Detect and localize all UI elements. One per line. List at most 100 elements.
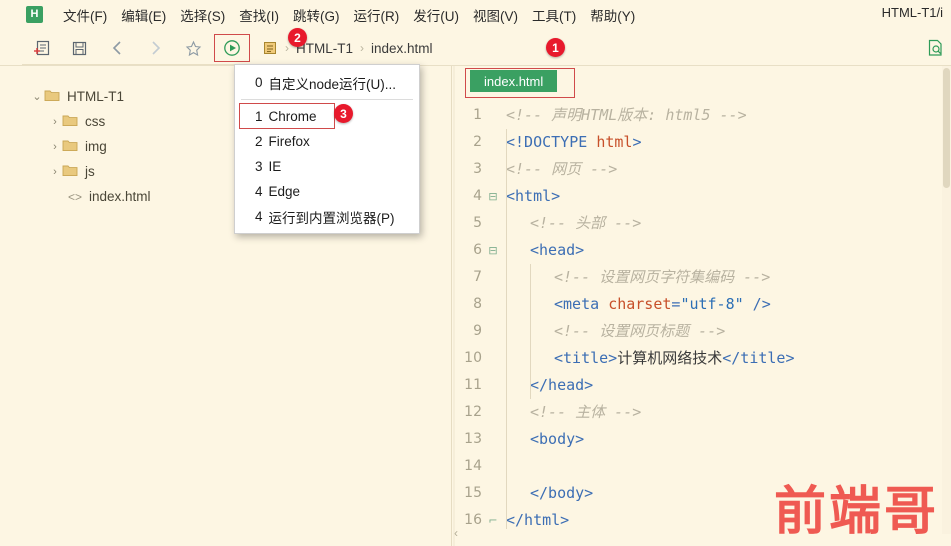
file-badge-icon xyxy=(262,40,278,56)
chevron-down-icon[interactable]: ⌄ xyxy=(30,90,44,103)
annotation-badge-3: 3 xyxy=(334,104,353,123)
breadcrumb-item-file[interactable]: index.html xyxy=(371,41,433,56)
dropdown-label-custom-node: 自定义node运行(U)... xyxy=(268,76,397,92)
code-line[interactable]: 12 <!-- 主体 --> xyxy=(453,399,951,426)
menu-find[interactable]: 查找(I) xyxy=(232,3,286,27)
code-line[interactable]: 9 <!-- 设置网页标题 --> xyxy=(453,318,951,345)
line-number: 5 xyxy=(473,215,482,231)
breadcrumb: › HTML-T1 › index.html xyxy=(262,40,433,56)
menu-publish[interactable]: 发行(U) xyxy=(406,3,466,27)
line-number: 3 xyxy=(473,161,482,177)
tree-label-img: img xyxy=(85,139,107,154)
menu-edit[interactable]: 编辑(E) xyxy=(114,3,173,27)
run-play-button[interactable] xyxy=(214,34,250,62)
code-token: html xyxy=(596,133,633,151)
chevron-right-icon[interactable]: › xyxy=(48,141,62,153)
code-token: charset xyxy=(608,295,672,313)
menu-select[interactable]: 选择(S) xyxy=(173,3,232,27)
vertical-scrollbar-thumb[interactable] xyxy=(943,68,950,188)
code-fold-icon[interactable]: ⊟ xyxy=(486,183,500,210)
code-content[interactable]: 1 <!-- 声明HTML版本: html5 --> 2 <!DOCTYPE html… xyxy=(453,102,951,534)
dropdown-separator xyxy=(241,99,413,100)
indent-guide xyxy=(530,264,531,399)
code-token: <html> xyxy=(506,187,561,205)
star-icon[interactable] xyxy=(174,33,212,63)
code-token: 计算机网络技术 xyxy=(617,349,723,367)
line-number: 9 xyxy=(473,323,482,339)
menu-view[interactable]: 视图(V) xyxy=(466,3,525,27)
dropdown-item-firefox[interactable]: 2 Firefox xyxy=(235,129,419,154)
dropdown-item-number-2: 2 xyxy=(255,134,263,149)
code-line[interactable]: 13 <body> xyxy=(453,426,951,453)
code-text: <meta charset="utf-8" /> xyxy=(500,291,771,318)
code-text: <body> xyxy=(500,426,584,453)
code-text: <!-- 主体 --> xyxy=(500,399,641,426)
menu-goto[interactable]: 跳转(G) xyxy=(286,3,347,27)
code-token: <meta xyxy=(554,295,609,313)
line-number: 10 xyxy=(464,350,482,366)
folder-icon xyxy=(62,113,80,130)
dropdown-item-edge[interactable]: 4 Edge xyxy=(235,179,419,204)
code-token: <!-- 设置网页字符集编码 --> xyxy=(554,268,771,286)
code-editor-pane: ‹ index.html 1 <!-- 声明HTML版本: html5 --> 2 <… xyxy=(453,66,951,546)
indent-guide xyxy=(506,129,507,529)
dropdown-item-number-4: 4 xyxy=(255,184,263,199)
code-token: <!DOCTYPE xyxy=(506,133,597,151)
code-line[interactable]: 3 <!-- 网页 --> xyxy=(453,156,951,183)
code-text: <!-- 网页 --> xyxy=(500,156,617,183)
breadcrumb-separator-2: › xyxy=(360,41,364,55)
code-token: <!-- 声明HTML版本: html5 --> xyxy=(506,106,747,124)
dropdown-item-ie[interactable]: 3 IE xyxy=(235,154,419,179)
code-text: <!-- 头部 --> xyxy=(500,210,641,237)
code-text: </body> xyxy=(500,480,593,507)
editor-tabstrip: index.html xyxy=(453,66,951,98)
menu-file[interactable]: 文件(F) xyxy=(56,3,114,27)
document-search-icon[interactable] xyxy=(925,38,945,63)
code-token: "utf-8" xyxy=(680,295,744,313)
tab-index-html[interactable]: index.html xyxy=(470,70,558,92)
code-line[interactable]: 15 </body> xyxy=(453,480,951,507)
line-number: 12 xyxy=(464,404,482,420)
code-line[interactable]: 10 <title>计算机网络技术</title> xyxy=(453,345,951,372)
code-line[interactable]: 1 <!-- 声明HTML版本: html5 --> xyxy=(453,102,951,129)
breadcrumb-separator-1: › xyxy=(285,41,289,55)
code-token: <title> xyxy=(554,349,618,367)
code-fold-icon[interactable]: ⊟ xyxy=(486,237,500,264)
code-line[interactable]: 5 <!-- 头部 --> xyxy=(453,210,951,237)
menu-bar: H 文件(F) 编辑(E) 选择(S) 查找(I) 跳转(G) 运行(R) 发行… xyxy=(0,0,951,30)
line-number: 14 xyxy=(464,458,482,474)
code-line[interactable]: 14 xyxy=(453,453,951,480)
code-text: </html> xyxy=(500,507,569,534)
dropdown-item-builtin-browser[interactable]: 4 运行到内置浏览器(P) xyxy=(235,204,419,229)
dropdown-label-ie: IE xyxy=(268,159,282,174)
code-text: <title>计算机网络技术</title> xyxy=(500,345,794,372)
menu-run[interactable]: 运行(R) xyxy=(347,3,407,27)
chevron-right-icon[interactable]: › xyxy=(48,116,62,128)
dropdown-item-chrome[interactable]: 1 Chrome xyxy=(239,103,335,129)
code-line[interactable]: 11 </head> xyxy=(453,372,951,399)
code-fold-icon[interactable]: ⌐ xyxy=(486,507,500,534)
code-line[interactable]: 7 <!-- 设置网页字符集编码 --> xyxy=(453,264,951,291)
code-token: <!-- 主体 --> xyxy=(530,403,642,421)
code-token: <head> xyxy=(530,241,585,259)
forward-arrow-icon[interactable] xyxy=(136,33,174,63)
menu-tools[interactable]: 工具(T) xyxy=(525,3,583,27)
code-line[interactable]: 16 ⌐ </html> xyxy=(453,507,951,534)
app-logo-letter: H xyxy=(30,8,39,20)
new-file-icon[interactable] xyxy=(22,33,60,63)
code-line[interactable]: 4 ⊟ <html> xyxy=(453,183,951,210)
menu-help[interactable]: 帮助(Y) xyxy=(583,3,642,27)
code-token: <!-- 头部 --> xyxy=(530,214,642,232)
vertical-scrollbar[interactable] xyxy=(942,66,951,534)
save-icon[interactable] xyxy=(60,33,98,63)
code-line[interactable]: 6 ⊟ <head> xyxy=(453,237,951,264)
code-line[interactable]: 2 <!DOCTYPE html> xyxy=(453,129,951,156)
chevron-right-icon[interactable]: › xyxy=(48,166,62,178)
code-text: <!-- 声明HTML版本: html5 --> xyxy=(500,102,747,129)
code-line[interactable]: 8 <meta charset="utf-8" /> xyxy=(453,291,951,318)
code-token: <body> xyxy=(530,430,585,448)
dropdown-item-custom-node[interactable]: 0 自定义node运行(U)... xyxy=(235,70,419,95)
tree-label-css: css xyxy=(85,114,106,129)
back-arrow-icon[interactable] xyxy=(98,33,136,63)
dropdown-label-firefox: Firefox xyxy=(268,134,310,149)
